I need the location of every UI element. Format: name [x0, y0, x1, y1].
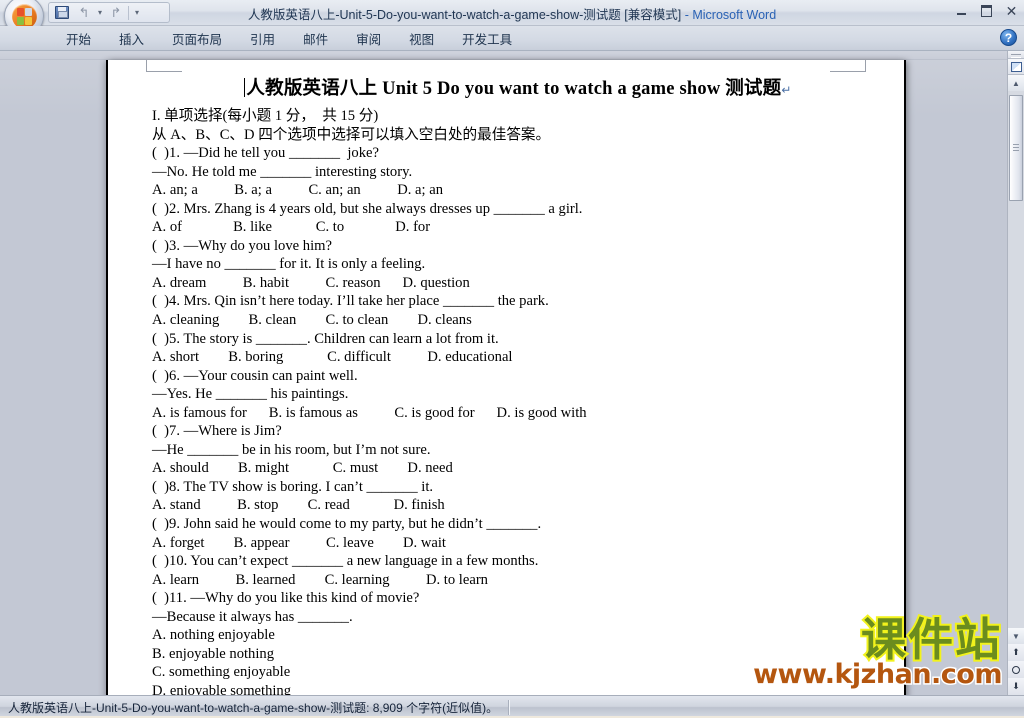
document-line: ( )2. Mrs. Zhang is 4 years old, but she…	[152, 200, 583, 217]
document-line: A. is famous for B. is famous as C. is g…	[152, 404, 587, 421]
status-word-count[interactable]: 人教版英语八上-Unit-5-Do-you-want-to-watch-a-ga…	[0, 699, 498, 716]
document-line: ( )5. The story is _______. Children can…	[152, 330, 499, 347]
margin-marker-right	[830, 60, 866, 72]
document-line: A. learn B. learned C. learning D. to le…	[152, 571, 488, 588]
document-line: I. 单项选择(每小题 1 分， 共 15 分)	[152, 108, 379, 124]
document-line: ( )9. John said he would come to my part…	[152, 516, 542, 533]
status-divider	[508, 699, 510, 715]
tab-developer[interactable]: 开发工具	[448, 26, 526, 51]
tab-home[interactable]: 开始	[52, 26, 105, 51]
document-page[interactable]: 人教版英语八上 Unit 5 Do you want to watch a ga…	[106, 60, 906, 695]
window-title: 人教版英语八上-Unit-5-Do-you-want-to-watch-a-ga…	[0, 4, 1024, 23]
document-line: D. enjoyable something	[152, 682, 292, 695]
document-line: A. of B. like C. to D. for	[152, 219, 431, 236]
document-line: 从 A、B、C、D 四个选项中选择可以填入空白处的最佳答案。	[152, 126, 551, 143]
margin-marker-left	[146, 60, 182, 72]
next-page-button[interactable]: ⬇	[1008, 678, 1024, 695]
document-line: A. an; a B. a; a C. an; an D. a; an	[152, 182, 444, 199]
document-heading: 人教版英语八上 Unit 5 Do you want to watch a ga…	[152, 74, 884, 100]
document-text-body[interactable]: 人教版英语八上 Unit 5 Do you want to watch a ga…	[152, 74, 884, 695]
previous-page-button[interactable]: ⬆	[1008, 644, 1024, 661]
document-line: ( )11. —Why do you like this kind of mov…	[152, 590, 420, 607]
scrollbar-track[interactable]	[1008, 91, 1024, 628]
status-bar: 人教版英语八上-Unit-5-Do-you-want-to-watch-a-ga…	[0, 695, 1024, 718]
window-title-document: 人教版英语八上-Unit-5-Do-you-want-to-watch-a-ga…	[247, 8, 621, 22]
ruler-strip	[0, 51, 1024, 60]
scroll-up-button[interactable]: ▲	[1008, 75, 1024, 91]
close-button[interactable]: ✕	[1003, 3, 1020, 19]
document-line: A. stand B. stop C. read D. finish	[152, 497, 445, 514]
tab-page-layout[interactable]: 页面布局	[158, 26, 236, 51]
document-line: ( )3. —Why do you love him?	[152, 237, 332, 254]
document-line: ( )6. —Your cousin can paint well.	[152, 367, 358, 384]
scrollbar-thumb[interactable]	[1009, 95, 1023, 201]
document-line: ( )8. The TV show is boring. I can’t ___…	[152, 478, 434, 495]
tab-review[interactable]: 审阅	[342, 26, 395, 51]
circle-icon	[1012, 665, 1020, 674]
tab-view[interactable]: 视图	[395, 26, 448, 51]
document-line: ( )10. You can’t expect _______ a new la…	[152, 553, 539, 570]
minimize-button[interactable]	[953, 4, 970, 19]
document-line: ( )4. Mrs. Qin isn’t here today. I’ll ta…	[152, 293, 549, 310]
pilcrow-icon: ↵	[781, 83, 792, 97]
title-bar: ↰ ▾ ↱ ▾ 人教版英语八上-Unit-5-Do-you-want-to-wa…	[0, 0, 1024, 36]
document-line: A. dream B. habit C. reason D. question	[152, 274, 470, 291]
maximize-restore-button[interactable]	[978, 4, 995, 19]
document-line: —He _______ be in his room, but I’m not …	[152, 441, 431, 458]
document-line: A. short B. boring C. difficult D. educa…	[152, 349, 513, 366]
word-application-window: ↰ ▾ ↱ ▾ 人教版英语八上-Unit-5-Do-you-want-to-wa…	[0, 0, 1024, 718]
tab-insert[interactable]: 插入	[105, 26, 158, 51]
document-line: ( )7. —Where is Jim?	[152, 423, 282, 440]
document-line: —Because it always has _______.	[152, 608, 353, 625]
document-heading-text: 人教版英语八上 Unit 5 Do you want to watch a ga…	[246, 79, 782, 99]
split-window-handle[interactable]	[1008, 51, 1024, 59]
document-line: A. forget B. appear C. leave D. wait	[152, 534, 446, 551]
tab-references[interactable]: 引用	[236, 26, 289, 51]
browse-buttons: ⬆ ⬇	[1008, 644, 1024, 695]
tab-mailings[interactable]: 邮件	[289, 26, 342, 51]
document-workspace: 人教版英语八上 Unit 5 Do you want to watch a ga…	[0, 51, 1024, 695]
ribbon-tabs: 开始 插入 页面布局 引用 邮件 审阅 视图 开发工具	[52, 26, 526, 51]
window-title-mode: [兼容模式]	[620, 8, 685, 22]
document-line: A. should B. might C. must D. need	[152, 460, 453, 477]
window-controls: ✕	[953, 2, 1020, 20]
document-line: ( )1. —Did he tell you _______ joke?	[152, 145, 379, 162]
view-ruler-button[interactable]	[1008, 59, 1024, 75]
select-browse-object-button[interactable]	[1008, 661, 1024, 678]
help-icon[interactable]: ?	[1000, 29, 1017, 46]
document-line: B. enjoyable nothing	[152, 645, 275, 662]
ruler-icon	[1010, 61, 1022, 72]
document-line: —I have no _______ for it. It is only a …	[152, 256, 426, 273]
scroll-down-button[interactable]: ▼	[1008, 628, 1024, 644]
document-line: C. something enjoyable	[152, 664, 305, 681]
vertical-scrollbar[interactable]: ▲ ▼ ⬆ ⬇	[1007, 51, 1024, 695]
ribbon-tab-bar: 开始 插入 页面布局 引用 邮件 审阅 视图 开发工具 ?	[0, 26, 1024, 51]
document-line: A. nothing enjoyable	[152, 627, 290, 644]
document-line: —No. He told me _______ interesting stor…	[152, 163, 413, 180]
window-title-app: Microsoft Word	[692, 8, 777, 22]
document-line: A. cleaning B. clean C. to clean D. clea…	[152, 312, 472, 329]
document-line: —Yes. He _______ his paintings.	[152, 386, 349, 403]
